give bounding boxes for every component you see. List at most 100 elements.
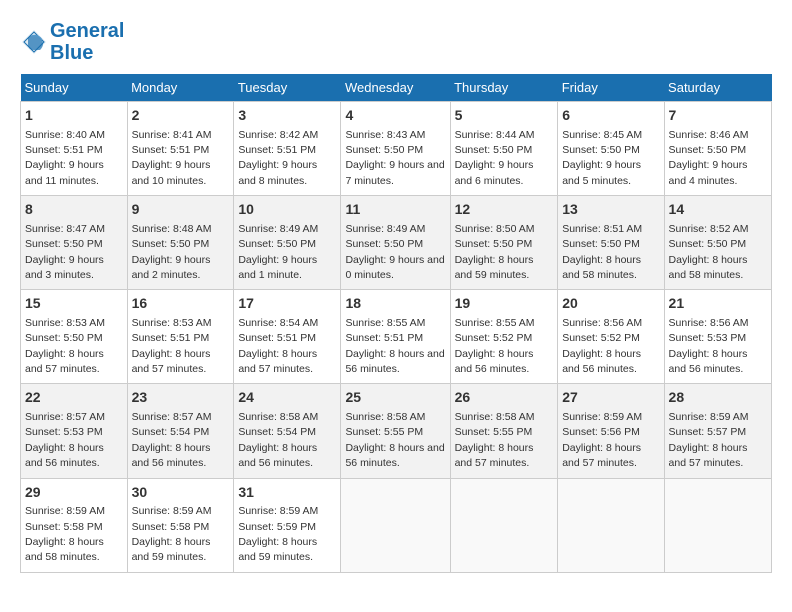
day-number: 13 xyxy=(562,200,659,220)
logo: General Blue xyxy=(20,20,124,64)
cell-content: Sunrise: 8:49 AMSunset: 5:50 PMDaylight:… xyxy=(345,223,444,281)
cell-content: Sunrise: 8:47 AMSunset: 5:50 PMDaylight:… xyxy=(25,223,105,281)
day-number: 29 xyxy=(25,483,123,503)
cell-content: Sunrise: 8:57 AMSunset: 5:53 PMDaylight:… xyxy=(25,411,105,469)
calendar-table: SundayMondayTuesdayWednesdayThursdayFrid… xyxy=(20,74,772,573)
day-number: 24 xyxy=(238,388,336,408)
day-number: 25 xyxy=(345,388,445,408)
calendar-day-6: 6 Sunrise: 8:45 AMSunset: 5:50 PMDaylight… xyxy=(558,102,664,196)
calendar-week-3: 15 Sunrise: 8:53 AMSunset: 5:50 PMDayligh… xyxy=(21,290,772,384)
day-number: 11 xyxy=(345,200,445,220)
calendar-day-13: 13 Sunrise: 8:51 AMSunset: 5:50 PMDayligh… xyxy=(558,196,664,290)
calendar-day-14: 14 Sunrise: 8:52 AMSunset: 5:50 PMDayligh… xyxy=(664,196,771,290)
day-number: 3 xyxy=(238,106,336,126)
day-number: 6 xyxy=(562,106,659,126)
cell-content: Sunrise: 8:41 AMSunset: 5:51 PMDaylight:… xyxy=(132,129,212,187)
calendar-day-17: 17Sunrise: 8:54 AMSunset: 5:51 PMDayligh… xyxy=(234,290,341,384)
day-number: 26 xyxy=(455,388,554,408)
day-number: 16 xyxy=(132,294,230,314)
day-number: 27 xyxy=(562,388,659,408)
day-number: 5 xyxy=(455,106,554,126)
cell-content: Sunrise: 8:53 AMSunset: 5:51 PMDaylight:… xyxy=(132,317,212,375)
empty-cell xyxy=(450,478,558,572)
cell-content: Sunrise: 8:49 AMSunset: 5:50 PMDaylight:… xyxy=(238,223,318,281)
cell-content: Sunrise: 8:59 AMSunset: 5:58 PMDaylight:… xyxy=(132,505,212,563)
calendar-day-25: 25Sunrise: 8:58 AMSunset: 5:55 PMDayligh… xyxy=(341,384,450,478)
calendar-day-11: 11 Sunrise: 8:49 AMSunset: 5:50 PMDayligh… xyxy=(341,196,450,290)
cell-content: Sunrise: 8:59 AMSunset: 5:58 PMDaylight:… xyxy=(25,505,105,563)
day-number: 30 xyxy=(132,483,230,503)
cell-content: Sunrise: 8:58 AMSunset: 5:54 PMDaylight:… xyxy=(238,411,318,469)
day-number: 28 xyxy=(669,388,767,408)
calendar-week-1: 1 Sunrise: 8:40 AMSunset: 5:51 PMDaylight… xyxy=(21,102,772,196)
calendar-day-7: 7Sunrise: 8:46 AMSunset: 5:50 PMDaylight… xyxy=(664,102,771,196)
calendar-day-16: 16 Sunrise: 8:53 AMSunset: 5:51 PMDayligh… xyxy=(127,290,234,384)
cell-content: Sunrise: 8:46 AMSunset: 5:50 PMDaylight:… xyxy=(669,129,749,187)
logo-icon xyxy=(20,28,48,56)
day-number: 23 xyxy=(132,388,230,408)
logo-text: General Blue xyxy=(50,20,124,64)
day-number: 2 xyxy=(132,106,230,126)
calendar-day-21: 21 Sunrise: 8:56 AMSunset: 5:53 PMDayligh… xyxy=(664,290,771,384)
calendar-day-9: 9Sunrise: 8:48 AMSunset: 5:50 PMDaylight… xyxy=(127,196,234,290)
day-number: 9 xyxy=(132,200,230,220)
calendar-day-5: 5 Sunrise: 8:44 AMSunset: 5:50 PMDaylight… xyxy=(450,102,558,196)
day-number: 21 xyxy=(669,294,767,314)
day-number: 22 xyxy=(25,388,123,408)
cell-content: Sunrise: 8:50 AMSunset: 5:50 PMDaylight:… xyxy=(455,223,535,281)
cell-content: Sunrise: 8:51 AMSunset: 5:50 PMDaylight:… xyxy=(562,223,642,281)
cell-content: Sunrise: 8:55 AMSunset: 5:51 PMDaylight:… xyxy=(345,317,444,375)
day-number: 20 xyxy=(562,294,659,314)
calendar-day-28: 28 Sunrise: 8:59 AMSunset: 5:57 PMDayligh… xyxy=(664,384,771,478)
weekday-header-saturday: Saturday xyxy=(664,74,771,102)
calendar-week-5: 29Sunrise: 8:59 AMSunset: 5:58 PMDayligh… xyxy=(21,478,772,572)
calendar-day-24: 24 Sunrise: 8:58 AMSunset: 5:54 PMDayligh… xyxy=(234,384,341,478)
calendar-day-30: 30Sunrise: 8:59 AMSunset: 5:58 PMDayligh… xyxy=(127,478,234,572)
calendar-day-20: 20 Sunrise: 8:56 AMSunset: 5:52 PMDayligh… xyxy=(558,290,664,384)
calendar-day-1: 1 Sunrise: 8:40 AMSunset: 5:51 PMDaylight… xyxy=(21,102,128,196)
cell-content: Sunrise: 8:53 AMSunset: 5:50 PMDaylight:… xyxy=(25,317,105,375)
cell-content: Sunrise: 8:56 AMSunset: 5:52 PMDaylight:… xyxy=(562,317,642,375)
day-number: 31 xyxy=(238,483,336,503)
calendar-day-8: 8Sunrise: 8:47 AMSunset: 5:50 PMDaylight… xyxy=(21,196,128,290)
weekday-header-wednesday: Wednesday xyxy=(341,74,450,102)
weekday-header-monday: Monday xyxy=(127,74,234,102)
calendar-day-31: 31Sunrise: 8:59 AMSunset: 5:59 PMDayligh… xyxy=(234,478,341,572)
day-number: 18 xyxy=(345,294,445,314)
calendar-week-2: 8Sunrise: 8:47 AMSunset: 5:50 PMDaylight… xyxy=(21,196,772,290)
calendar-day-3: 3 Sunrise: 8:42 AMSunset: 5:51 PMDaylight… xyxy=(234,102,341,196)
empty-cell xyxy=(558,478,664,572)
cell-content: Sunrise: 8:45 AMSunset: 5:50 PMDaylight:… xyxy=(562,129,642,187)
cell-content: Sunrise: 8:40 AMSunset: 5:51 PMDaylight:… xyxy=(25,129,105,187)
cell-content: Sunrise: 8:52 AMSunset: 5:50 PMDaylight:… xyxy=(669,223,749,281)
cell-content: Sunrise: 8:59 AMSunset: 5:56 PMDaylight:… xyxy=(562,411,642,469)
page-header: General Blue xyxy=(20,20,772,64)
cell-content: Sunrise: 8:55 AMSunset: 5:52 PMDaylight:… xyxy=(455,317,535,375)
calendar-day-19: 19 Sunrise: 8:55 AMSunset: 5:52 PMDayligh… xyxy=(450,290,558,384)
day-number: 15 xyxy=(25,294,123,314)
cell-content: Sunrise: 8:59 AMSunset: 5:57 PMDaylight:… xyxy=(669,411,749,469)
calendar-day-15: 15 Sunrise: 8:53 AMSunset: 5:50 PMDayligh… xyxy=(21,290,128,384)
cell-content: Sunrise: 8:57 AMSunset: 5:54 PMDaylight:… xyxy=(132,411,212,469)
day-number: 12 xyxy=(455,200,554,220)
weekday-header-tuesday: Tuesday xyxy=(234,74,341,102)
day-number: 17 xyxy=(238,294,336,314)
calendar-day-23: 23 Sunrise: 8:57 AMSunset: 5:54 PMDayligh… xyxy=(127,384,234,478)
cell-content: Sunrise: 8:59 AMSunset: 5:59 PMDaylight:… xyxy=(238,505,318,563)
weekday-header-friday: Friday xyxy=(558,74,664,102)
cell-content: Sunrise: 8:42 AMSunset: 5:51 PMDaylight:… xyxy=(238,129,318,187)
calendar-day-2: 2 Sunrise: 8:41 AMSunset: 5:51 PMDaylight… xyxy=(127,102,234,196)
day-number: 10 xyxy=(238,200,336,220)
calendar-day-12: 12 Sunrise: 8:50 AMSunset: 5:50 PMDayligh… xyxy=(450,196,558,290)
empty-cell xyxy=(664,478,771,572)
calendar-day-29: 29Sunrise: 8:59 AMSunset: 5:58 PMDayligh… xyxy=(21,478,128,572)
day-number: 19 xyxy=(455,294,554,314)
day-number: 1 xyxy=(25,106,123,126)
day-number: 14 xyxy=(669,200,767,220)
calendar-day-10: 10 Sunrise: 8:49 AMSunset: 5:50 PMDayligh… xyxy=(234,196,341,290)
cell-content: Sunrise: 8:58 AMSunset: 5:55 PMDaylight:… xyxy=(455,411,535,469)
cell-content: Sunrise: 8:44 AMSunset: 5:50 PMDaylight:… xyxy=(455,129,535,187)
calendar-week-4: 22 Sunrise: 8:57 AMSunset: 5:53 PMDayligh… xyxy=(21,384,772,478)
cell-content: Sunrise: 8:56 AMSunset: 5:53 PMDaylight:… xyxy=(669,317,749,375)
calendar-day-4: 4Sunrise: 8:43 AMSunset: 5:50 PMDaylight… xyxy=(341,102,450,196)
